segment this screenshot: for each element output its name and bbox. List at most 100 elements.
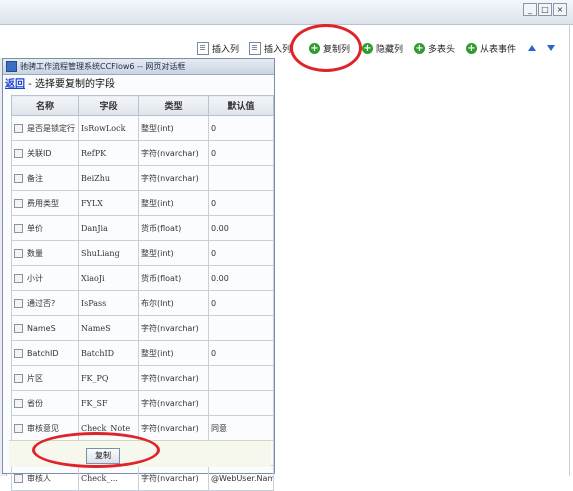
row-name: 片区 xyxy=(27,373,43,383)
table-row: NameS NameS 字符(nvarchar) xyxy=(11,315,274,341)
field-cell: Check_... xyxy=(78,465,139,491)
toolbar-label: 多表头 xyxy=(428,44,456,55)
app-icon xyxy=(6,61,17,72)
row-name: BatchID xyxy=(27,348,59,358)
row-checkbox[interactable] xyxy=(14,298,23,308)
row-checkbox[interactable] xyxy=(14,148,23,158)
default-cell: 0.00 xyxy=(208,215,274,241)
row-name: 备注 xyxy=(27,173,43,183)
name-cell: BatchID xyxy=(11,340,79,366)
insert-icon xyxy=(197,41,209,55)
name-cell: 费用类型 xyxy=(11,190,79,216)
default-cell: 0 xyxy=(208,115,274,141)
default-cell: 0 xyxy=(208,190,274,216)
row-checkbox[interactable] xyxy=(14,173,23,183)
type-cell: 整型(int) xyxy=(138,115,209,141)
dialog-title-bar: 驰骋工作流程管理系统CCFlow6 -- 网页对话框 xyxy=(3,59,274,75)
name-cell: 是否是锁定行 xyxy=(11,115,79,141)
arrow-up-icon xyxy=(528,45,536,51)
column-header: 类型 xyxy=(138,95,209,116)
row-name: 关联ID xyxy=(27,148,52,158)
default-cell xyxy=(208,165,274,191)
row-checkbox[interactable] xyxy=(14,323,23,333)
field-cell: BeiZhu xyxy=(78,165,139,191)
row-name: 小计 xyxy=(27,273,43,283)
name-cell: 审核人 xyxy=(11,465,79,491)
table-row: 省份 FK_SF 字符(nvarchar) xyxy=(11,390,274,416)
field-cell: DanJia xyxy=(78,215,139,241)
field-cell: FYLX xyxy=(78,190,139,216)
toolbar: 插入列 插入列 + 复制列 + 隐藏列 + 多表头 + 从表事件 xyxy=(0,38,573,58)
move-up-button[interactable] xyxy=(528,40,536,56)
insert-column-button[interactable]: 插入列 xyxy=(197,40,239,56)
row-checkbox[interactable] xyxy=(14,248,23,258)
type-cell: 字符(nvarchar) xyxy=(138,365,209,391)
column-header: 字段 xyxy=(78,95,139,116)
detail-event-button[interactable]: + 从表事件 xyxy=(466,40,516,56)
restore-button[interactable]: □ xyxy=(538,3,552,16)
back-link[interactable]: 返回 xyxy=(5,79,25,90)
row-checkbox[interactable] xyxy=(14,473,23,483)
table-header-row: 名称 字段 类型 默认值 xyxy=(11,95,274,116)
field-cell: IsRowLock xyxy=(78,115,139,141)
row-checkbox[interactable] xyxy=(14,398,23,408)
type-cell: 布尔(Int) xyxy=(138,290,209,316)
minimize-button[interactable]: _ xyxy=(523,3,537,16)
table-row: 关联ID RefPK 字符(nvarchar) 0 xyxy=(11,140,274,166)
field-cell: FK_PQ xyxy=(78,365,139,391)
type-cell: 整型(int) xyxy=(138,190,209,216)
toolbar-label: 隐藏列 xyxy=(376,44,404,55)
type-cell: 整型(int) xyxy=(138,340,209,366)
name-cell: 小计 xyxy=(11,265,79,291)
field-cell: BatchID xyxy=(78,340,139,366)
default-cell: 0 xyxy=(208,240,274,266)
move-down-button[interactable] xyxy=(547,40,555,56)
plus-icon: + xyxy=(466,42,477,54)
default-cell xyxy=(208,365,274,391)
type-cell: 货币(float) xyxy=(138,215,209,241)
multi-header-button[interactable]: + 多表头 xyxy=(414,40,455,56)
row-name: 数量 xyxy=(27,248,43,258)
default-cell: 0 xyxy=(208,340,274,366)
name-cell: NameS xyxy=(11,315,79,341)
row-checkbox[interactable] xyxy=(14,123,23,133)
row-checkbox[interactable] xyxy=(14,423,23,433)
field-cell: ShuLiang xyxy=(78,240,139,266)
insert-column-button-2[interactable]: 插入列 xyxy=(249,40,291,56)
field-cell: NameS xyxy=(78,315,139,341)
arrow-down-icon xyxy=(547,45,555,51)
table-row: 数量 ShuLiang 整型(int) 0 xyxy=(11,240,274,266)
table-row: 是否是锁定行 IsRowLock 整型(int) 0 xyxy=(11,115,274,141)
dialog-heading: 返回 - 选择要复制的字段 xyxy=(5,77,115,92)
toolbar-label: 插入列 xyxy=(264,44,292,55)
table-row: 单价 DanJia 货币(float) 0.00 xyxy=(11,215,274,241)
plus-icon: + xyxy=(362,42,373,54)
row-checkbox[interactable] xyxy=(14,223,23,233)
row-name: 通过否? xyxy=(27,298,56,308)
name-cell: 数量 xyxy=(11,240,79,266)
default-cell xyxy=(208,390,274,416)
type-cell: 字符(nvarchar) xyxy=(138,465,209,491)
insert-icon xyxy=(249,41,261,55)
type-cell: 字符(nvarchar) xyxy=(138,390,209,416)
row-checkbox[interactable] xyxy=(14,348,23,358)
name-cell: 关联ID xyxy=(11,140,79,166)
field-cell: RefPK xyxy=(78,140,139,166)
row-checkbox[interactable] xyxy=(14,373,23,383)
type-cell: 字符(nvarchar) xyxy=(138,140,209,166)
table-row: 片区 FK_PQ 字符(nvarchar) xyxy=(11,365,274,391)
row-name: 是否是锁定行 xyxy=(27,123,75,133)
table-row: 审核人 Check_... 字符(nvarchar) @WebUser.Name xyxy=(11,465,274,491)
default-cell: 同意 xyxy=(208,415,274,441)
default-cell: 0.00 xyxy=(208,265,274,291)
table-row: 费用类型 FYLX 整型(int) 0 xyxy=(11,190,274,216)
type-cell: 字符(nvarchar) xyxy=(138,165,209,191)
row-checkbox[interactable] xyxy=(14,198,23,208)
hide-column-button[interactable]: + 隐藏列 xyxy=(362,40,403,56)
type-cell: 整型(int) xyxy=(138,240,209,266)
type-cell: 字符(nvarchar) xyxy=(138,415,209,441)
toolbar-label: 从表事件 xyxy=(480,44,517,55)
close-button[interactable]: × xyxy=(553,3,567,16)
field-cell: IsPass xyxy=(78,290,139,316)
row-checkbox[interactable] xyxy=(14,273,23,283)
